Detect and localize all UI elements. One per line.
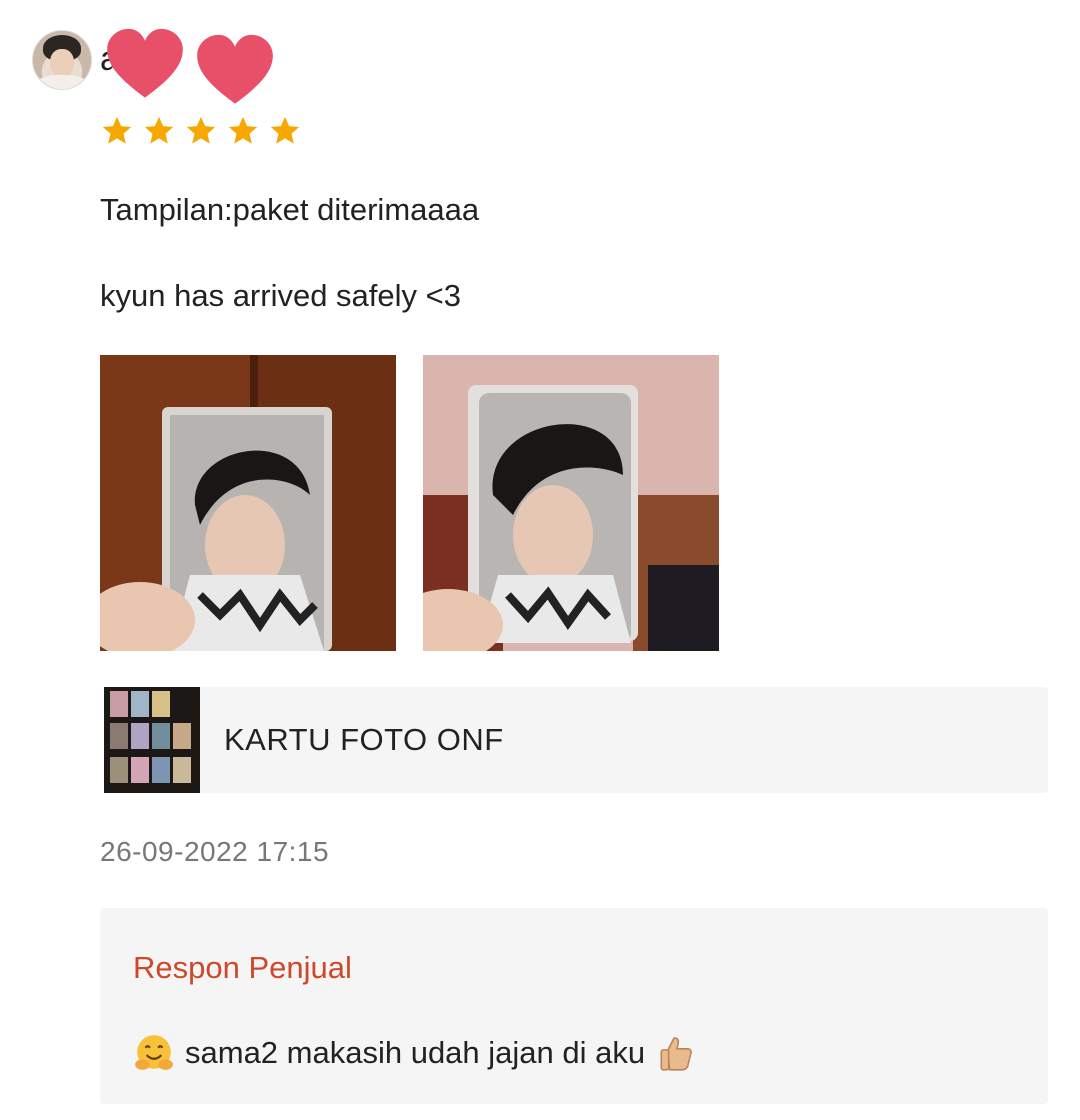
seller-response-title: Respon Penjual	[133, 950, 352, 985]
product-name: KARTU FOTO ONF	[224, 722, 504, 757]
seller-response-box: Respon Penjual sama2 makasih udah jajan …	[100, 908, 1048, 1104]
heart-sticker-icon	[192, 28, 278, 114]
star-icon	[142, 114, 176, 148]
star-icon	[226, 114, 260, 148]
seller-response-text: sama2 makasih udah jajan di aku	[185, 1035, 646, 1070]
review-photo-2[interactable]	[423, 355, 719, 651]
review-comment: kyun has arrived safely <3	[100, 278, 461, 313]
reviewer-avatar[interactable]	[32, 30, 92, 90]
review-variant-text: Tampilan:paket diterimaaaa	[100, 192, 480, 227]
star-icon	[184, 114, 218, 148]
review-timestamp: 26-09-2022 17:15	[100, 836, 330, 867]
product-link[interactable]: KARTU FOTO ONF	[104, 687, 1048, 793]
review-photo-1[interactable]	[100, 355, 396, 651]
star-icon	[268, 114, 302, 148]
star-icon	[100, 114, 134, 148]
product-thumbnail	[104, 687, 200, 793]
heart-sticker-icon	[102, 22, 188, 108]
seller-response-message: sama2 makasih udah jajan di aku	[133, 1032, 697, 1074]
rating-stars	[100, 114, 302, 148]
hugging-face-emoji-icon	[133, 1032, 175, 1074]
thumbs-up-emoji-icon	[655, 1032, 697, 1074]
